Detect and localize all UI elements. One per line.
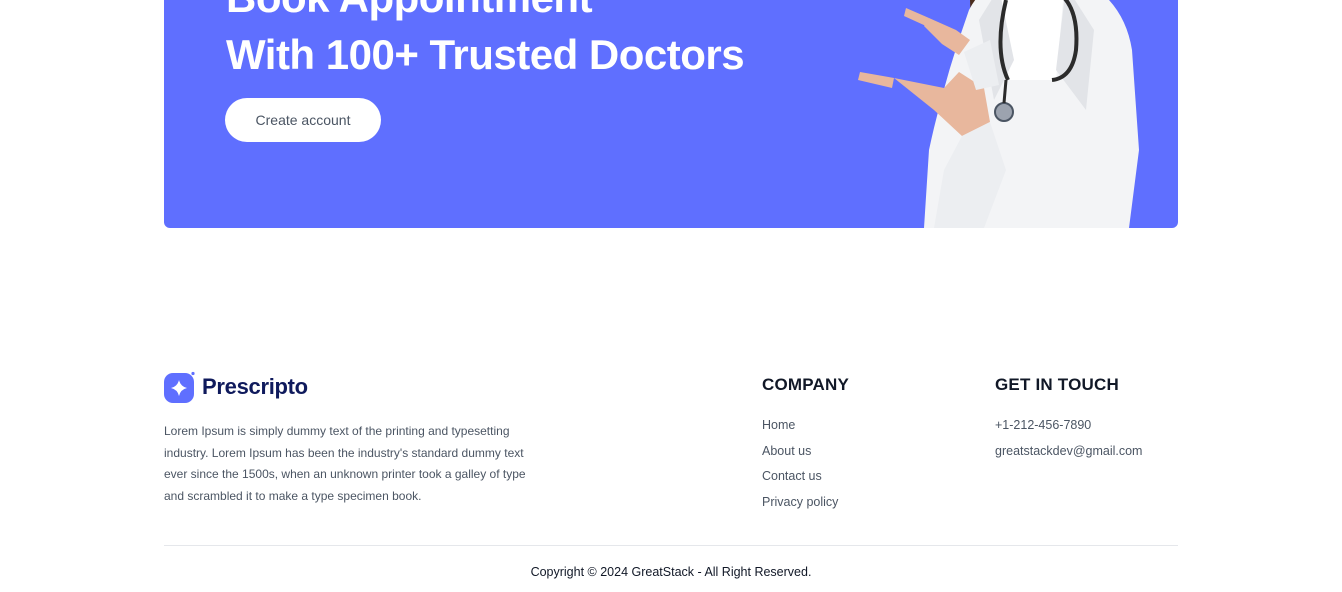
footer-about-text: Lorem Ipsum is simply dummy text of the … — [164, 424, 526, 503]
copyright-text: Copyright © 2024 GreatStack - All Right … — [530, 565, 812, 579]
company-links: Home About us Contact us Privacy policy — [762, 416, 838, 518]
footer-logo[interactable]: Prescripto — [164, 371, 308, 403]
appointment-banner: Book Appointment With 100+ Trusted Docto… — [164, 0, 1178, 228]
contact-heading: GET IN TOUCH — [995, 375, 1119, 394]
footer-divider — [164, 545, 1178, 546]
create-account-button[interactable]: Create account — [225, 98, 381, 142]
contact-email: greatstackdev@gmail.com — [995, 443, 1143, 458]
footer-link-home[interactable]: Home — [762, 416, 838, 442]
company-heading: COMPANY — [762, 375, 850, 394]
footer-link-privacy[interactable]: Privacy policy — [762, 493, 838, 519]
footer-link-contact[interactable]: Contact us — [762, 467, 838, 493]
brand-name: Prescripto — [202, 374, 308, 399]
footer-link-about[interactable]: About us — [762, 442, 838, 468]
contact-list: +1-212-456-7890 greatstackdev@gmail.com — [995, 416, 1142, 467]
banner-headline-line1: Book Appointment — [226, 0, 593, 22]
contact-phone: +1-212-456-7890 — [995, 418, 1092, 432]
banner-headline-line2: With 100+ Trusted Doctors — [226, 31, 745, 78]
logo-icon — [164, 371, 195, 403]
doctor-image — [858, 0, 1139, 228]
